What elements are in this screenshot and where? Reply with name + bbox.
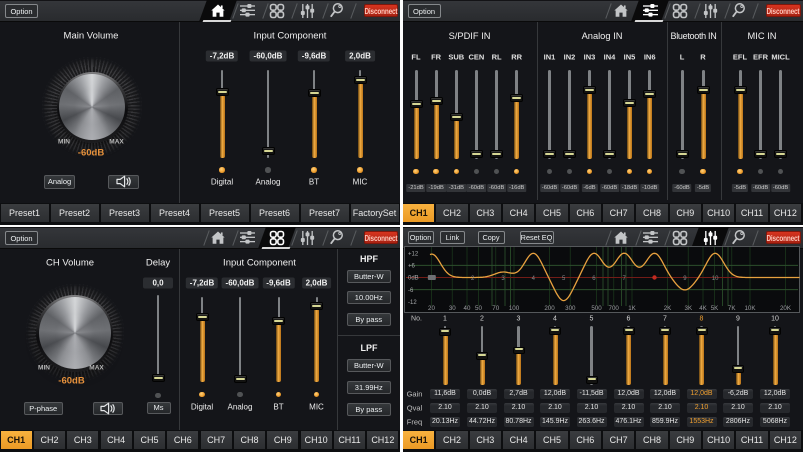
svg-text:20: 20	[428, 305, 435, 312]
svg-text:30: 30	[448, 305, 455, 312]
svg-text:5K: 5K	[710, 305, 718, 312]
svg-text:100: 100	[508, 305, 519, 312]
svg-text:2K: 2K	[663, 305, 671, 312]
svg-text:9: 9	[683, 276, 687, 282]
svg-text:-12: -12	[408, 300, 417, 306]
svg-text:0dB: 0dB	[408, 276, 419, 282]
svg-text:70: 70	[492, 305, 499, 312]
svg-text:200: 200	[544, 305, 555, 312]
svg-text:10: 10	[711, 276, 718, 282]
svg-text:+6: +6	[408, 264, 416, 270]
svg-text:1K: 1K	[628, 305, 636, 312]
svg-text:4K: 4K	[699, 305, 707, 312]
svg-text:5: 5	[562, 276, 566, 282]
svg-text:2: 2	[471, 276, 475, 282]
svg-text:-6: -6	[408, 288, 414, 294]
svg-text:6: 6	[592, 276, 596, 282]
svg-text:700: 700	[608, 305, 619, 312]
svg-text:3K: 3K	[684, 305, 692, 312]
svg-text:20K: 20K	[779, 305, 791, 312]
svg-text:50: 50	[475, 305, 482, 312]
svg-text:+12: +12	[408, 252, 419, 258]
svg-text:7K: 7K	[727, 305, 735, 312]
svg-text:300: 300	[565, 305, 576, 312]
svg-text:500: 500	[591, 305, 602, 312]
svg-text:10K: 10K	[744, 305, 756, 312]
svg-text:4: 4	[531, 276, 535, 282]
svg-text:40: 40	[463, 305, 470, 312]
